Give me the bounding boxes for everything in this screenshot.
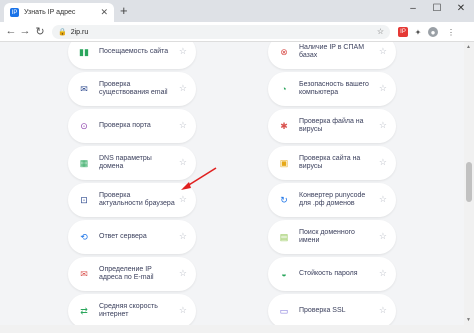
page-content: ▮▮ Посещаемость сайта ☆ ✉ Проверка сущес… bbox=[0, 42, 464, 325]
url-text: 2ip.ru bbox=[70, 28, 89, 36]
extensions-puzzle-icon[interactable]: ✦ bbox=[413, 27, 423, 37]
profile-avatar[interactable]: ● bbox=[428, 27, 438, 37]
close-window-button[interactable]: ✕ bbox=[450, 0, 472, 16]
scrollbar-thumb[interactable] bbox=[466, 162, 472, 202]
bookmark-star-icon[interactable]: ☆ bbox=[377, 27, 384, 36]
extension-icon[interactable]: IP bbox=[398, 27, 408, 37]
maximize-button[interactable]: ☐ bbox=[426, 0, 448, 16]
scroll-up-icon[interactable]: ▲ bbox=[466, 44, 471, 50]
reload-button[interactable]: ↻ bbox=[33, 25, 47, 38]
address-bar[interactable]: 🔒 2ip.ru ☆ bbox=[52, 25, 390, 39]
vertical-scrollbar[interactable]: ▲ ▼ bbox=[464, 42, 474, 325]
menu-dots-icon[interactable]: ⋮ bbox=[446, 27, 456, 37]
scroll-down-icon[interactable]: ▼ bbox=[466, 317, 471, 323]
back-button[interactable]: ← bbox=[4, 25, 18, 37]
browser-tab[interactable]: IP Узнать IP адрес ✕ bbox=[4, 3, 114, 22]
tab-strip: IP Узнать IP адрес ✕ + – ☐ ✕ bbox=[0, 0, 474, 22]
horizontal-scrollbar[interactable] bbox=[0, 325, 474, 333]
lock-icon: 🔒 bbox=[58, 29, 67, 36]
forward-button[interactable]: → bbox=[18, 25, 32, 37]
toolbar: ← → ↻ 🔒 2ip.ru ☆ IP ✦ ● ⋮ bbox=[0, 22, 474, 42]
minimize-button[interactable]: – bbox=[402, 0, 424, 16]
annotation-arrow bbox=[181, 167, 217, 190]
close-tab-icon[interactable]: ✕ bbox=[100, 7, 108, 18]
site-favicon-icon: IP bbox=[10, 8, 19, 17]
tab-title: Узнать IP адрес bbox=[24, 9, 76, 16]
new-tab-button[interactable]: + bbox=[120, 3, 128, 18]
